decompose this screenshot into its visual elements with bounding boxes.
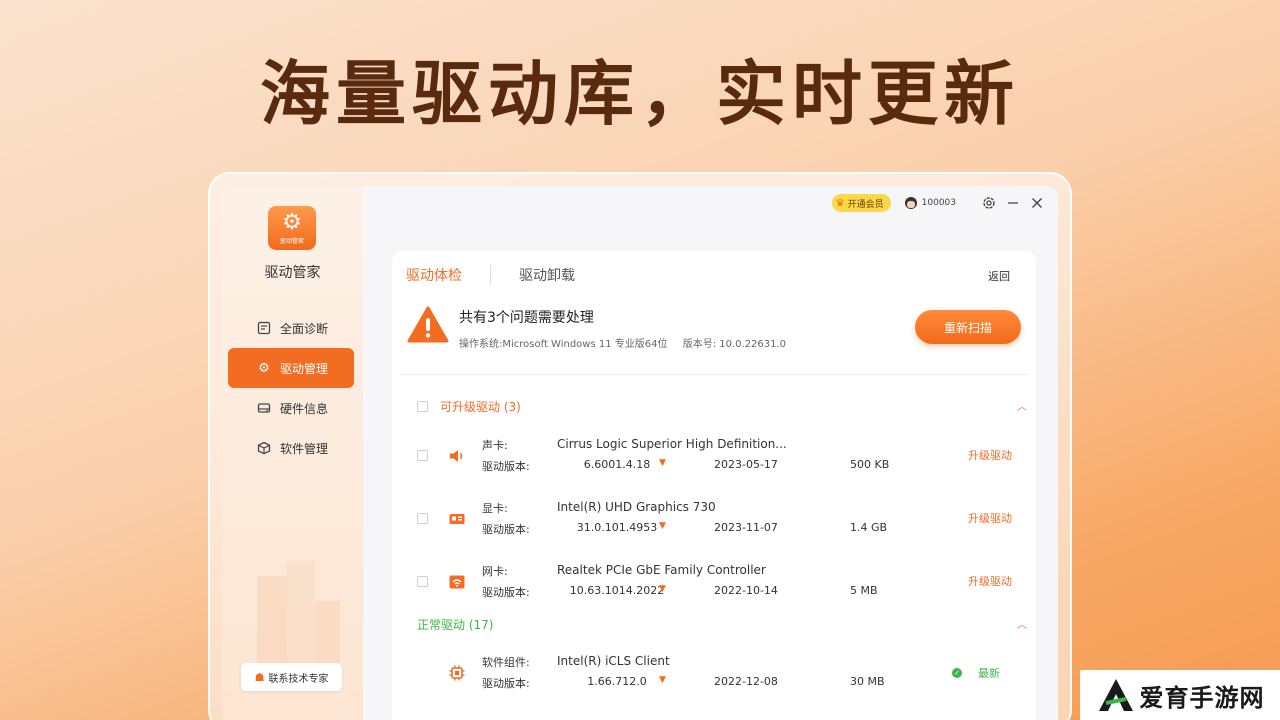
driver-check-card: 驱动体检 驱动卸载 返回 共有3个问题需要处理 操作系统:Microsoft W…: [392, 251, 1036, 720]
device-name: Realtek PCIe GbE Family Controller: [557, 563, 766, 577]
version-dropdown-icon[interactable]: ▼: [659, 584, 666, 594]
device-type: 网卡:: [482, 565, 508, 578]
version-dropdown-icon[interactable]: ▼: [659, 458, 666, 468]
minimize-icon[interactable]: [1004, 194, 1022, 212]
sidebar: ⚙ 驱动管家 驱动管家 全面诊断 ⚙ 驱动管理 硬件信息 软件管理 ☗ 联系技术…: [222, 186, 363, 720]
chevron-up-icon[interactable]: ︿: [1017, 398, 1027, 413]
driver-size: 500 KB: [850, 458, 890, 471]
sidebar-item-driver-management[interactable]: ⚙ 驱动管理: [228, 348, 354, 388]
app-name: 驱动管家: [264, 265, 321, 281]
tab-driver-uninstall[interactable]: 驱动卸载: [519, 265, 575, 285]
sidebar-item-hardware-info[interactable]: 硬件信息: [228, 388, 354, 428]
logo-caption: 驱动管家: [279, 237, 304, 245]
site-watermark: 爱育手游网: [1080, 670, 1280, 720]
device-name: Cirrus Logic Superior High Definition...: [557, 437, 787, 451]
driver-size: 5 MB: [850, 584, 878, 597]
warning-icon: [407, 306, 449, 343]
sidebar-item-diagnosis[interactable]: 全面诊断: [228, 308, 354, 348]
crown-icon: ♛: [835, 197, 845, 209]
app-logo: ⚙ 驱动管家: [268, 206, 316, 250]
section-normal-header: 正常驱动 (17) ︿: [417, 614, 1027, 634]
box-icon: [256, 440, 272, 456]
app-window: ⚙ 驱动管家 驱动管家 全面诊断 ⚙ 驱动管理 硬件信息 软件管理 ☗ 联系技术…: [222, 186, 1058, 720]
network-card-icon: [447, 572, 467, 592]
main-panel: ♛ 开通会员 100003 驱动体检 驱动卸载 返回 共有3个问题需要处理 操作…: [363, 186, 1058, 720]
os-info: 操作系统:Microsoft Windows 11 专业版64位: [459, 339, 668, 350]
driver-date: 2022-10-14: [714, 584, 778, 597]
version-dropdown-icon[interactable]: ▼: [659, 675, 666, 685]
hero-title: 海量驱动库，实时更新: [260, 53, 1020, 135]
section-upgradable-header: 可升级驱动 (3) ︿: [417, 396, 1027, 416]
chip-icon: [447, 663, 467, 683]
driver-version-label: 驱动版本:: [482, 523, 530, 536]
sidebar-item-label: 全面诊断: [280, 321, 329, 336]
speaker-icon: [447, 446, 467, 466]
device-type: 声卡:: [482, 439, 508, 452]
device-name: Intel(R) iCLS Client: [557, 654, 670, 668]
tab-driver-check[interactable]: 驱动体检: [406, 265, 462, 285]
vip-button[interactable]: ♛ 开通会员: [831, 194, 891, 212]
status-label: 最新: [978, 667, 1000, 680]
sidebar-item-label: 驱动管理: [280, 361, 329, 376]
rescan-button[interactable]: 重新扫描: [915, 310, 1021, 344]
graphics-card-icon: [447, 509, 467, 529]
driver-version-label: 驱动版本:: [482, 460, 530, 473]
logo-gear-icon: ⚙: [282, 209, 302, 235]
diagnosis-icon: [256, 320, 272, 336]
back-button[interactable]: 返回: [988, 268, 1010, 284]
system-info: 操作系统:Microsoft Windows 11 专业版64位 版本号: 10…: [459, 335, 798, 350]
driver-date: 2023-05-17: [714, 458, 778, 471]
tab-bar: 驱动体检 驱动卸载: [406, 263, 575, 287]
tab-divider: [490, 265, 491, 285]
driver-date: 2022-12-08: [714, 675, 778, 688]
close-icon[interactable]: [1028, 194, 1046, 212]
driver-version-label: 驱动版本:: [482, 586, 530, 599]
check-icon: ✓: [952, 668, 962, 678]
decorative-blocks: [257, 561, 340, 666]
contact-support-label: 联系技术专家: [268, 673, 329, 685]
contact-support-button[interactable]: ☗ 联系技术专家: [241, 663, 342, 691]
issue-summary-title: 共有3个问题需要处理: [459, 310, 594, 326]
driver-row-sound: 声卡: 驱动版本: Cirrus Logic Superior High Def…: [417, 436, 1027, 476]
row-checkbox[interactable]: [417, 576, 428, 587]
section-normal-title: 正常驱动 (17): [417, 617, 494, 632]
driver-size: 30 MB: [850, 675, 885, 688]
sidebar-item-label: 软件管理: [280, 441, 329, 456]
section-upgradable-title: 可升级驱动 (3): [440, 399, 521, 414]
os-version: 版本号: 10.0.22631.0: [682, 339, 787, 350]
device-type: 显卡:: [482, 502, 508, 515]
device-name: Intel(R) UHD Graphics 730: [557, 500, 716, 514]
vip-label: 开通会员: [847, 199, 884, 210]
driver-version-label: 驱动版本:: [482, 677, 530, 690]
chevron-up-icon[interactable]: ︿: [1017, 616, 1027, 631]
divider: [400, 374, 1028, 375]
sidebar-item-label: 硬件信息: [280, 401, 329, 416]
driver-status: ✓ 最新: [952, 665, 1000, 681]
version-dropdown-icon[interactable]: ▼: [659, 521, 666, 531]
upgrade-driver-button[interactable]: 升级驱动: [968, 447, 1012, 463]
settings-icon[interactable]: [980, 194, 998, 212]
row-checkbox[interactable]: [417, 513, 428, 524]
upgrade-driver-button[interactable]: 升级驱动: [968, 510, 1012, 526]
hard-drive-icon: [256, 400, 272, 416]
user-id: 100003: [921, 198, 956, 208]
sidebar-nav: 全面诊断 ⚙ 驱动管理 硬件信息 软件管理: [228, 308, 354, 468]
user-info[interactable]: 100003: [904, 197, 956, 209]
driver-size: 1.4 GB: [850, 521, 888, 534]
row-checkbox[interactable]: [417, 450, 428, 461]
avatar: [904, 197, 917, 209]
select-all-upgradable-checkbox[interactable]: [417, 400, 428, 412]
upgrade-driver-button[interactable]: 升级驱动: [968, 573, 1012, 589]
watermark-logo-icon: [1098, 679, 1133, 711]
driver-row-graphics: 显卡: 驱动版本: Intel(R) UHD Graphics 730 31.0…: [417, 499, 1027, 539]
device-type: 软件组件:: [482, 656, 530, 669]
driver-row-software-component: 软件组件: 驱动版本: Intel(R) iCLS Client 1.66.71…: [417, 653, 1027, 693]
support-agent-icon: ☗: [254, 670, 265, 684]
watermark-text: 爱育手游网: [1139, 683, 1265, 712]
driver-row-network: 网卡: 驱动版本: Realtek PCIe GbE Family Contro…: [417, 562, 1027, 602]
title-bar: ♛ 开通会员 100003: [363, 186, 1058, 220]
gear-icon: ⚙: [258, 360, 270, 376]
sidebar-item-software-management[interactable]: 软件管理: [228, 428, 354, 468]
driver-date: 2023-11-07: [714, 521, 778, 534]
